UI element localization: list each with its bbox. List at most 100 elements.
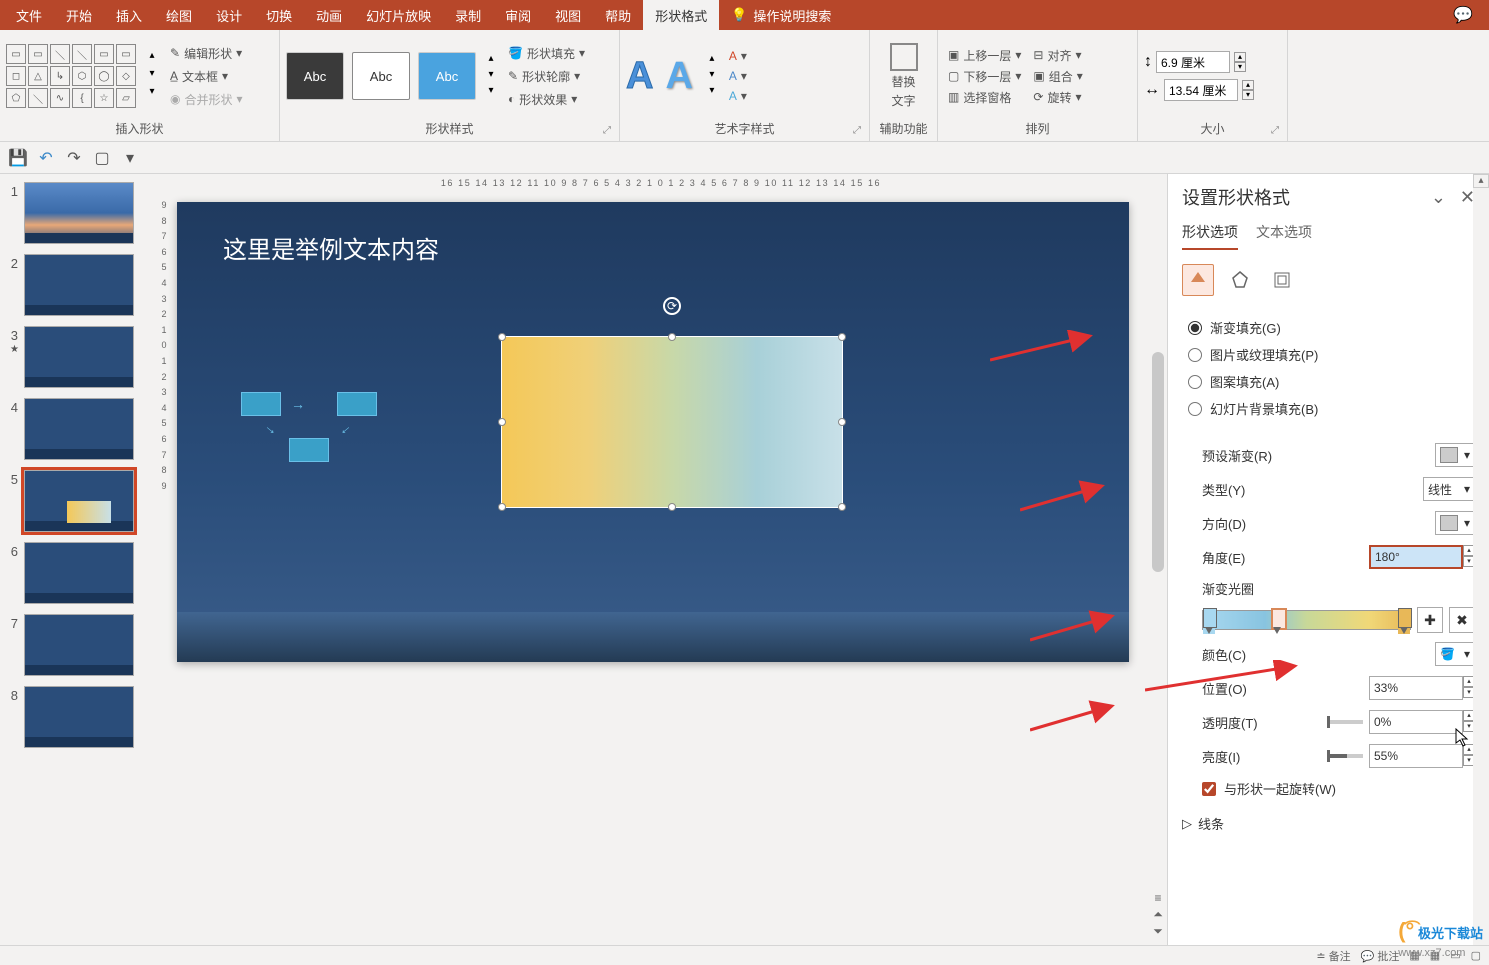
tab-view[interactable]: 视图 [543, 0, 593, 30]
stop-position-input[interactable]: 33% [1369, 676, 1463, 700]
width-down[interactable]: ▾ [1242, 90, 1254, 100]
transparency-slider[interactable] [1327, 720, 1363, 724]
bring-forward-button[interactable]: ▣上移一层 ▾ [944, 46, 1025, 65]
redo-button[interactable]: ↷ [64, 148, 84, 168]
picture-fill-radio[interactable]: 图片或纹理填充(P) [1188, 341, 1475, 368]
shape-styles-gallery[interactable]: Abc Abc Abc ▴▾▾ [286, 52, 498, 100]
shape-width-input[interactable] [1164, 79, 1238, 101]
pattern-fill-radio[interactable]: 图案填充(A) [1188, 368, 1475, 395]
shape-styles-launcher-icon[interactable]: ⤢ [603, 125, 615, 137]
fill-line-tab-icon[interactable] [1182, 264, 1214, 296]
tab-design[interactable]: 设计 [204, 0, 254, 30]
slide-canvas[interactable]: 这里是举例文本内容 → → ← ⟳ [177, 202, 1129, 662]
stop-color-label: 颜色(C) [1202, 645, 1246, 664]
tab-transitions[interactable]: 切换 [254, 0, 304, 30]
shape-options-tab[interactable]: 形状选项 [1182, 222, 1238, 250]
tab-home[interactable]: 开始 [54, 0, 104, 30]
alt-text-button[interactable]: 替换 文字 [884, 43, 924, 109]
text-fill-button[interactable]: A ▾ [723, 47, 753, 65]
thumb-5[interactable] [24, 470, 134, 532]
angle-label: 角度(E) [1202, 548, 1245, 567]
shape-effects-button[interactable]: ◐形状效果 ▾ [502, 89, 591, 110]
line-section-toggle[interactable]: ▷线条 [1182, 804, 1475, 843]
thumb-num-8: 8 [4, 686, 18, 748]
thumb-num-3: 3★ [4, 326, 18, 388]
comments-button[interactable]: 💬 批注 [1361, 948, 1400, 964]
thumb-1[interactable] [24, 182, 134, 244]
selection-pane-button[interactable]: ▥选择窗格 [944, 88, 1025, 107]
slideshow-start-button[interactable]: ▢ [92, 148, 112, 168]
gallery-up-icon[interactable]: ▴ [144, 50, 160, 66]
group-button[interactable]: ▣组合 ▾ [1029, 67, 1086, 86]
thumb-8[interactable] [24, 686, 134, 748]
merge-shapes-button[interactable]: ◉合并形状 ▾ [164, 89, 249, 110]
effects-tab-icon[interactable] [1224, 264, 1256, 296]
tab-draw[interactable]: 绘图 [154, 0, 204, 30]
undo-button[interactable]: ↶ [36, 148, 56, 168]
gallery-more-icon[interactable]: ▾ [144, 86, 160, 102]
tab-animations[interactable]: 动画 [304, 0, 354, 30]
slide-bg-fill-radio[interactable]: 幻灯片背景填充(B) [1188, 395, 1475, 422]
tell-me-search[interactable]: 💡 操作说明搜索 [719, 6, 843, 25]
thumb-4[interactable] [24, 398, 134, 460]
vertical-scrollbar[interactable]: ≡⏶⏷ [1149, 192, 1167, 945]
group-shape-styles-label: 形状样式 [286, 118, 613, 139]
size-launcher-icon[interactable]: ⤢ [1271, 125, 1283, 137]
tab-help[interactable]: 帮助 [593, 0, 643, 30]
wordart-launcher-icon[interactable]: ⤢ [853, 125, 865, 137]
notes-button[interactable]: ≐ 备注 [1316, 948, 1350, 964]
text-box-button[interactable]: A̲文本框 ▾ [164, 66, 249, 87]
slide-title-text: 这里是举例文本内容 [223, 230, 439, 265]
thumb-2[interactable] [24, 254, 134, 316]
gradient-fill-radio[interactable]: 渐变填充(G) [1188, 314, 1475, 341]
tab-review[interactable]: 审阅 [493, 0, 543, 30]
stop-color-dropdown[interactable]: 🪣▾ [1435, 642, 1475, 666]
qat-customize[interactable]: ▾ [120, 148, 140, 168]
text-outline-button[interactable]: A ▾ [723, 67, 753, 85]
thumb-3[interactable] [24, 326, 134, 388]
text-effects-button[interactable]: A ▾ [723, 87, 753, 105]
gradient-type-dropdown[interactable]: 线性▾ [1423, 477, 1475, 501]
transparency-input[interactable]: 0% [1369, 710, 1463, 734]
tab-record[interactable]: 录制 [443, 0, 493, 30]
tab-file[interactable]: 文件 [4, 0, 54, 30]
thumb-num-7: 7 [4, 614, 18, 676]
gradient-stops-bar[interactable] [1202, 610, 1411, 630]
comments-icon[interactable]: 💬 [1441, 5, 1485, 25]
thumb-7[interactable] [24, 614, 134, 676]
gradient-direction-dropdown[interactable]: ▾ [1435, 511, 1475, 535]
bring-forward-icon: ▣ [948, 48, 959, 62]
add-gradient-stop-button[interactable]: ✚ [1417, 607, 1443, 633]
shape-height-input[interactable] [1156, 51, 1230, 73]
remove-gradient-stop-button[interactable]: ✖ [1449, 607, 1475, 633]
size-props-tab-icon[interactable] [1266, 264, 1298, 296]
pane-options-icon[interactable]: ⌄ [1431, 187, 1446, 208]
gallery-down-icon[interactable]: ▾ [144, 68, 160, 84]
preset-gradients-dropdown[interactable]: ▾ [1435, 443, 1475, 467]
tab-insert[interactable]: 插入 [104, 0, 154, 30]
brightness-input[interactable]: 55% [1369, 744, 1463, 768]
shape-fill-button[interactable]: 🪣形状填充 ▾ [502, 43, 591, 64]
stop-position-label: 位置(O) [1202, 679, 1247, 698]
send-backward-button[interactable]: ▢下移一层 ▾ [944, 67, 1025, 86]
edit-shape-button[interactable]: ✎编辑形状 ▾ [164, 43, 249, 64]
angle-input[interactable]: 180° [1369, 545, 1463, 569]
tab-shape-format[interactable]: 形状格式 [643, 0, 719, 30]
rotation-handle[interactable]: ⟳ [663, 297, 681, 315]
selected-shape[interactable]: ⟳ [501, 336, 843, 508]
width-up[interactable]: ▴ [1242, 80, 1254, 90]
align-button[interactable]: ⊟对齐 ▾ [1029, 46, 1086, 65]
tab-slideshow[interactable]: 幻灯片放映 [354, 0, 443, 30]
height-up[interactable]: ▴ [1234, 52, 1246, 62]
shape-outline-button[interactable]: ✎形状轮廓 ▾ [502, 66, 591, 87]
height-down[interactable]: ▾ [1234, 62, 1246, 72]
gradient-type-label: 类型(Y) [1202, 480, 1245, 499]
save-button[interactable]: 💾 [8, 148, 28, 168]
wordart-gallery[interactable]: A A ▴▾▾ [626, 53, 719, 99]
rotate-with-shape-checkbox[interactable]: 与形状一起旋转(W) [1182, 773, 1475, 804]
text-options-tab[interactable]: 文本选项 [1256, 222, 1312, 250]
brightness-slider[interactable] [1327, 754, 1363, 758]
rotate-button[interactable]: ⟳旋转 ▾ [1029, 88, 1086, 107]
shapes-gallery[interactable]: ▭▭＼＼▭▭ ◻△↳⬡◯◇ ⬠＼∿{☆▱ [6, 44, 136, 108]
thumb-6[interactable] [24, 542, 134, 604]
